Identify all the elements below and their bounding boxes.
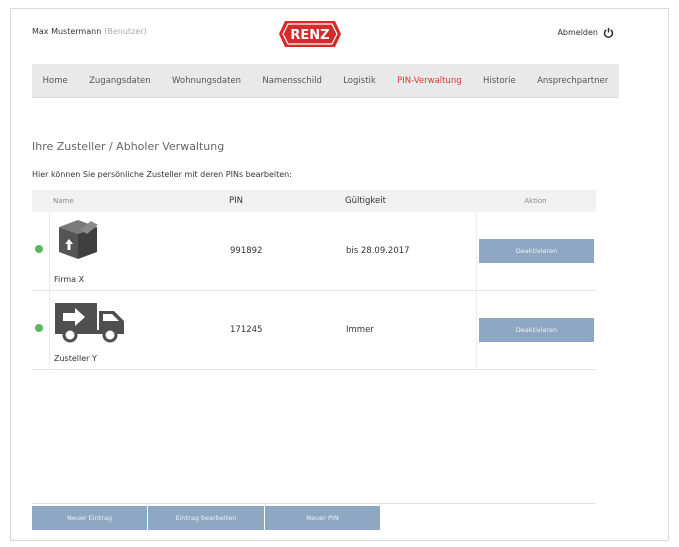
- row-validity: Immer: [346, 325, 374, 335]
- deactivate-button[interactable]: Deaktivieren: [479, 239, 594, 263]
- user-name: Max Mustermann: [32, 27, 102, 36]
- tab-namensschild[interactable]: Namensschild: [262, 76, 322, 86]
- row-name: Firma X: [54, 275, 85, 284]
- row-pin: 171245: [230, 325, 263, 335]
- tab-pin-verwaltung[interactable]: PIN-Verwaltung: [397, 76, 461, 86]
- status-active-dot: [35, 245, 43, 253]
- tab-logistik[interactable]: Logistik: [343, 76, 376, 86]
- logout-link[interactable]: Abmelden: [557, 27, 614, 38]
- package-icon: [59, 220, 98, 259]
- user-info: Max Mustermann (Benutzer): [32, 27, 147, 36]
- header-validity: Gültigkeit: [345, 196, 386, 206]
- status-active-dot: [35, 324, 43, 332]
- tab-home[interactable]: Home: [43, 76, 68, 86]
- logout-label: Abmelden: [557, 28, 598, 37]
- delivery-truck-icon: [55, 303, 124, 343]
- table-row: Zusteller Y 171245 Immer Deaktivieren: [32, 291, 596, 370]
- power-icon: [603, 27, 614, 38]
- main-navigation: Home Zugangsdaten Wohnungsdaten Namenssc…: [32, 64, 619, 98]
- new-pin-button[interactable]: Neuer PIN: [265, 506, 380, 530]
- table-header: Name PIN Gültigkeit Aktion: [32, 190, 596, 212]
- row-name: Zusteller Y: [54, 354, 97, 363]
- action-bar: Neuer Eintrag Eintrag bearbeiten Neuer P…: [32, 506, 381, 530]
- header-name: Name: [53, 197, 74, 205]
- deactivate-button[interactable]: Deaktivieren: [479, 318, 594, 342]
- new-entry-button[interactable]: Neuer Eintrag: [32, 506, 147, 530]
- header-actions: Aktion: [524, 197, 547, 205]
- tab-wohnungsdaten[interactable]: Wohnungsdaten: [172, 76, 241, 86]
- page-title: Ihre Zusteller / Abholer Verwaltung: [32, 140, 225, 153]
- header-pin: PIN: [229, 196, 243, 206]
- tab-zugangsdaten[interactable]: Zugangsdaten: [89, 76, 151, 86]
- logo-text: RENZ: [290, 28, 329, 43]
- divider: [32, 503, 596, 504]
- tab-historie[interactable]: Historie: [483, 76, 516, 86]
- table-row: Firma X 991892 bis 28.09.2017 Deaktivier…: [32, 212, 596, 291]
- pin-table: Name PIN Gültigkeit Aktion Firma X 99189…: [32, 190, 596, 370]
- row-validity: bis 28.09.2017: [346, 246, 410, 256]
- row-pin: 991892: [230, 246, 263, 256]
- tab-ansprechpartner[interactable]: Ansprechpartner: [537, 76, 608, 86]
- edit-entry-button[interactable]: Eintrag bearbeiten: [148, 506, 264, 530]
- user-role: (Benutzer): [104, 27, 147, 36]
- intro-text: Hier können Sie persönliche Zusteller mi…: [32, 170, 292, 179]
- renz-logo: RENZ: [279, 21, 341, 47]
